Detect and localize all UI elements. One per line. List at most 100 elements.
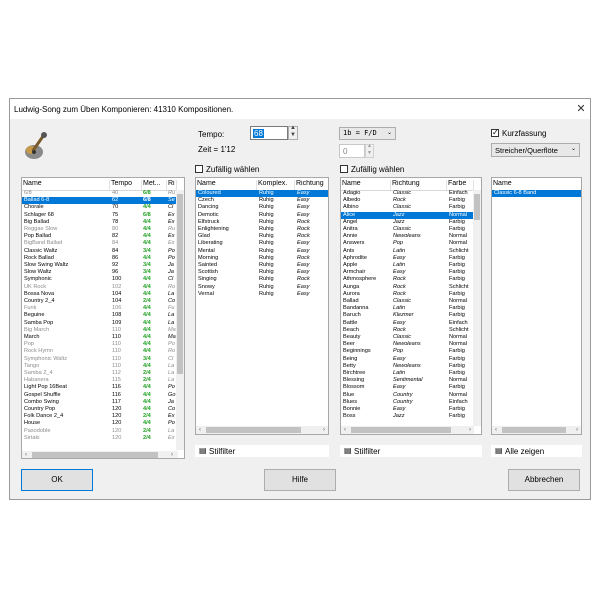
scroll-right-icon[interactable]: › <box>320 426 328 434</box>
melody-stilfilter[interactable]: ▤ Stilfilter <box>340 445 482 457</box>
list-item[interactable]: Slow Waltz 96 3/4 Ja <box>22 269 178 276</box>
list-item[interactable]: Adagio Classic Einfach <box>341 190 474 197</box>
list-item[interactable]: Combo Swing 117 4/4 Ja <box>22 399 178 406</box>
help-button[interactable]: Hilfe <box>264 469 336 491</box>
list-item[interactable]: UK Rock 102 4/4 Ro <box>22 284 178 291</box>
col-direction[interactable]: Richtung <box>391 180 447 190</box>
list-item[interactable]: Pasodoble 120 2/4 La <box>22 428 178 435</box>
list-item[interactable]: Symphonic 100 4/4 Cl <box>22 276 178 283</box>
number-input[interactable]: 0 <box>339 144 365 158</box>
instrument-combo[interactable]: Streicher/Querflöte ⌄ <box>491 143 580 157</box>
scroll-thumb[interactable] <box>474 194 480 220</box>
list-item[interactable]: Alice Jazz Normal <box>341 211 474 219</box>
list-item[interactable]: Albedo Rock Farbig <box>341 197 474 204</box>
random-melody-checkbox[interactable] <box>340 165 348 173</box>
scroll-thumb[interactable] <box>206 427 301 433</box>
col-name[interactable]: Name <box>196 180 257 190</box>
ok-button[interactable]: OK <box>21 469 93 491</box>
list-item[interactable]: Habanera 115 2/4 La <box>22 377 178 384</box>
melody-list[interactable]: Name Richtung Farbe Adagio Classic Einfach… <box>340 177 482 435</box>
list-item[interactable]: Chorale 70 4/4 Cl <box>22 204 178 211</box>
list-item[interactable]: Vernal Ruhig Easy <box>196 291 328 298</box>
scroll-right-icon[interactable]: › <box>168 451 176 458</box>
list-item[interactable]: Answers Pop Normal <box>341 240 474 247</box>
list-item[interactable]: March 110 4/4 Ma <box>22 334 178 341</box>
list-item[interactable]: Battle Easy Einfach <box>341 320 474 327</box>
list-item[interactable]: Albino Classic Farbig <box>341 204 474 211</box>
spin-down-icon[interactable]: ▼ <box>290 132 296 138</box>
list-item[interactable]: Bossa Nova 104 4/4 La <box>22 291 178 298</box>
col-complexity[interactable]: Komplex. <box>257 180 295 190</box>
list-item[interactable]: Ballad Classic Normal <box>341 298 474 305</box>
scroll-left-icon[interactable]: ‹ <box>22 451 30 458</box>
list-item[interactable]: Birchtree Latin Farbig <box>341 370 474 377</box>
col-name[interactable]: Name <box>22 180 110 190</box>
list-item[interactable]: Beguine 108 4/4 La <box>22 312 178 319</box>
col-name[interactable]: Name <box>492 180 581 190</box>
list-item[interactable]: Morning Ruhig Rock <box>196 255 328 262</box>
list-item[interactable]: Beauty Classic Normal <box>341 334 474 341</box>
close-icon[interactable]: ✕ <box>574 102 588 116</box>
list-item[interactable]: Angel Jazz Farbig <box>341 219 474 226</box>
list-item[interactable]: Scottish Ruhig Easy <box>196 269 328 276</box>
list-item[interactable]: Ballad 6-8 62 6/8 Se <box>22 197 178 205</box>
list-item[interactable]: Blossom Easy Farbig <box>341 384 474 391</box>
list-item[interactable]: Czech Ruhig Easy <box>196 197 328 204</box>
list-item[interactable]: Aphrodite Easy Farbig <box>341 255 474 262</box>
list-item[interactable]: Armchair Easy Farbig <box>341 269 474 276</box>
list-item[interactable]: Sainted Ruhig Easy <box>196 262 328 269</box>
list-item[interactable]: Schlager 68 75 6/8 Ex <box>22 212 178 219</box>
list-item[interactable]: Enlightening Ruhig Rock <box>196 226 328 233</box>
col-tempo[interactable]: Tempo <box>110 180 142 190</box>
list-item[interactable]: Country 2_4 104 2/4 Co <box>22 298 178 305</box>
scroll-left-icon[interactable]: ‹ <box>492 426 500 434</box>
list-item[interactable]: House 120 4/4 Po <box>22 420 178 427</box>
list-item[interactable]: Beer Newoleans Normal <box>341 341 474 348</box>
list-item[interactable]: Samba 2_4 112 2/4 La <box>22 370 178 377</box>
list-item[interactable]: Beginnings Pop Farbig <box>341 348 474 355</box>
mood-list[interactable]: Name Komplex. Richtung Coloured Ruhig Easy… <box>195 177 329 435</box>
list-item[interactable]: Folk Dance 2_4 120 2/4 Ex <box>22 413 178 420</box>
list-item[interactable]: Rock Hymn 110 4/4 Ro <box>22 348 178 355</box>
number-spinner[interactable]: ▲ ▼ <box>365 143 374 158</box>
scroll-thumb[interactable] <box>351 427 451 433</box>
list-item[interactable]: BigBand Ballad 84 4/4 Ex <box>22 240 178 247</box>
scroll-thumb[interactable] <box>502 427 566 433</box>
list-item[interactable]: Ants Latin Schlicht <box>341 248 474 255</box>
style-list[interactable]: Name Tempo Met... Ri 6/8 40 6/8 Ru Ballad 6-… <box>21 177 185 459</box>
list-item[interactable]: Big Ballad 78 4/4 Ex <box>22 219 178 226</box>
show-all-button[interactable]: ▤ Alle zeigen <box>491 445 582 457</box>
scroll-thumb[interactable] <box>32 452 158 458</box>
scroll-right-icon[interactable]: › <box>466 426 474 434</box>
list-item[interactable]: Slow Swing Waltz 92 3/4 Ja <box>22 262 178 269</box>
list-item[interactable]: Betty Newoleans Farbig <box>341 363 474 370</box>
list-item[interactable]: Glad Ruhig Rock <box>196 233 328 240</box>
list-item[interactable]: Funk 106 4/4 Fu <box>22 305 178 312</box>
list-item[interactable]: Big March 110 4/4 Ma <box>22 327 178 334</box>
list-item[interactable]: Sirtaki 120 2/4 Ex <box>22 435 178 442</box>
list-item[interactable]: Beach Rock Schlicht <box>341 327 474 334</box>
melody-hscroll[interactable]: ‹ › <box>341 426 474 434</box>
list-item[interactable]: Tango 110 4/4 La <box>22 363 178 370</box>
scroll-left-icon[interactable]: ‹ <box>341 426 349 434</box>
meter-dropdown[interactable]: 1b = F/D ⌄ <box>339 127 396 140</box>
scroll-thumb[interactable] <box>177 194 183 374</box>
list-item[interactable]: Pop 110 4/4 Po <box>22 341 178 348</box>
list-item[interactable]: 6/8 40 6/8 Ru <box>22 190 178 197</box>
col-color[interactable]: Farbe <box>447 180 474 190</box>
spin-down-icon[interactable]: ▼ <box>367 150 372 156</box>
style-hscroll[interactable]: ‹ › <box>22 451 178 458</box>
list-item[interactable]: Gospel Shuffle 116 4/4 Go <box>22 392 178 399</box>
spin-up-icon[interactable]: ▲ <box>367 143 372 149</box>
instrument-hscroll[interactable]: ‹ › <box>492 426 581 434</box>
list-item[interactable]: Apple Latin Farbig <box>341 262 474 269</box>
list-item[interactable]: Country Pop 120 4/4 Co <box>22 406 178 413</box>
list-item[interactable]: Elfstruck Ruhig Rock <box>196 219 328 226</box>
instrument-list[interactable]: Name Classic 6-8 Band ‹ › <box>491 177 582 435</box>
list-item[interactable]: Snowy Ruhig Easy <box>196 284 328 291</box>
list-item[interactable]: Symphonic Waltz 110 3/4 Cl <box>22 356 178 363</box>
list-item[interactable]: Bandanna Latin Farbig <box>341 305 474 312</box>
list-item[interactable]: Blessing Sentimental Normal <box>341 377 474 384</box>
list-item[interactable]: Baruch Klezmer Farbig <box>341 312 474 319</box>
col-direction[interactable]: Richtung <box>295 180 328 190</box>
